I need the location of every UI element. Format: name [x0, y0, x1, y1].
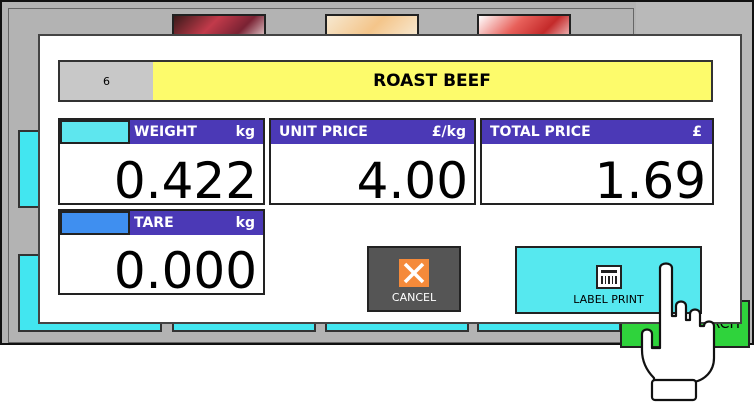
tare-unit: kg	[235, 215, 255, 231]
unit-price-field: UNIT PRICE £/kg 4.00	[269, 118, 476, 209]
unit-price-header: UNIT PRICE £/kg	[271, 120, 474, 144]
total-price-field: TOTAL PRICE £ 1.69	[480, 118, 714, 209]
weight-label: WEIGHT	[134, 124, 197, 140]
tare-value: 0.000	[113, 242, 257, 300]
total-price-value: 1.69	[594, 152, 706, 210]
barcode-label-icon	[595, 265, 622, 289]
item-name: ROAST BEEF	[153, 60, 713, 102]
cancel-button[interactable]: CANCEL	[367, 246, 461, 312]
total-price-label: TOTAL PRICE	[490, 124, 591, 140]
tare-field[interactable]: TARE kg 0.000	[58, 209, 265, 299]
unit-price-value: 4.00	[356, 152, 468, 210]
weight-header: WEIGHT kg	[60, 120, 263, 144]
weight-value: 0.422	[113, 152, 257, 210]
plu-number: 6	[58, 60, 155, 102]
weight-swatch	[60, 120, 130, 144]
weight-unit: kg	[235, 124, 255, 140]
unit-price-label: UNIT PRICE	[279, 124, 368, 140]
weight-field: WEIGHT kg 0.422	[58, 118, 265, 209]
total-price-unit: £	[692, 124, 702, 140]
tare-label: TARE	[134, 215, 174, 231]
label-print-label: LABEL PRINT	[573, 293, 644, 306]
pointing-hand-icon	[640, 262, 716, 402]
unit-price-unit: £/kg	[431, 124, 466, 140]
tare-swatch	[60, 211, 130, 235]
tare-header: TARE kg	[60, 211, 263, 235]
cancel-label: CANCEL	[391, 291, 437, 304]
total-price-header: TOTAL PRICE £	[482, 120, 712, 144]
close-icon	[399, 259, 429, 287]
